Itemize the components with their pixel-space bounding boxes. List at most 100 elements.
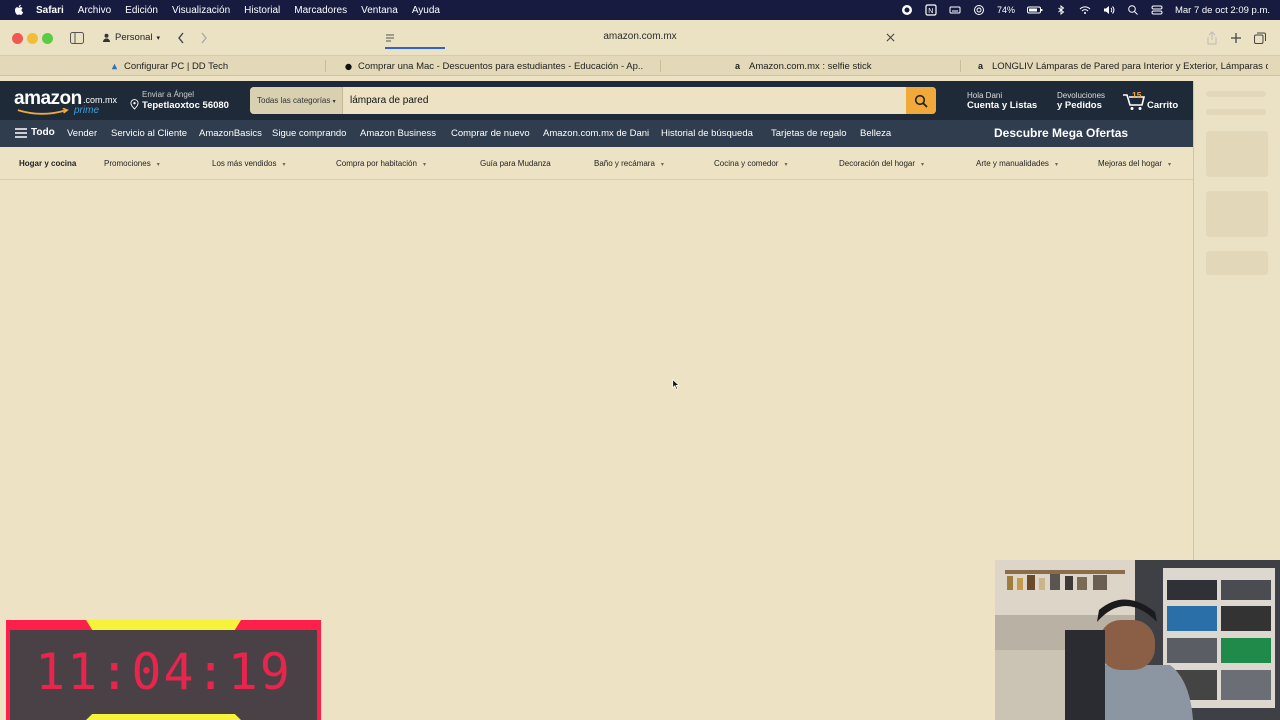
- placeholder-block: [1206, 251, 1268, 275]
- control-center-icon[interactable]: [1151, 4, 1163, 16]
- tab-label: Amazon.com.mx : selfie stick: [749, 60, 872, 72]
- url-text[interactable]: amazon.com.mx: [375, 31, 905, 42]
- forward-icon[interactable]: [200, 32, 208, 44]
- apple-icon[interactable]: [14, 4, 24, 16]
- menu-app-name[interactable]: Safari: [36, 5, 64, 16]
- search-category-label: Todas las categorías: [257, 96, 331, 105]
- page-load-progress: [385, 47, 445, 49]
- tab-amazon-selfie-stick[interactable]: a Amazon.com.mx : selfie stick: [735, 56, 935, 76]
- chevron-down-icon: ▾: [660, 162, 664, 168]
- nav-amazon-de-dani[interactable]: Amazon.com.mx de Dani: [543, 128, 649, 139]
- account-lists[interactable]: Hola Dani Cuenta y Listas: [967, 91, 1037, 111]
- nav-tarjetas-regalo[interactable]: Tarjetas de regalo: [771, 128, 847, 139]
- subnav-arte-manualidades[interactable]: Arte y manualidades ▾: [976, 159, 1058, 168]
- status-app-icon[interactable]: [901, 4, 913, 16]
- battery-icon[interactable]: [1026, 4, 1043, 16]
- logo-prime: prime: [74, 105, 100, 116]
- chevron-down-icon: ▾: [156, 34, 161, 42]
- nav-comprar-de-nuevo[interactable]: Comprar de nuevo: [451, 128, 530, 139]
- menu-historial[interactable]: Historial: [244, 5, 280, 16]
- chevron-down-icon: ▾: [332, 99, 336, 105]
- tab-bar: Configurar PC | DD Tech Comprar una Mac …: [0, 56, 1280, 76]
- sidebar-toggle-icon[interactable]: [70, 32, 84, 44]
- placeholder-block: [1206, 131, 1268, 177]
- location-pin-icon: [130, 99, 139, 110]
- amazon-nav-bar: Todo Vender Servicio al Cliente AmazonBa…: [0, 120, 1193, 147]
- nav-servicio-cliente[interactable]: Servicio al Cliente: [111, 128, 187, 139]
- spotlight-search-icon[interactable]: [1127, 4, 1139, 16]
- tab-longliv-lamparas[interactable]: a LONGLIV Lámparas de Pared para Interio…: [978, 56, 1268, 76]
- nav-all-label: Todo: [31, 127, 55, 138]
- wifi-icon[interactable]: [1079, 4, 1091, 16]
- menu-edicion[interactable]: Edición: [125, 5, 158, 16]
- close-window-button[interactable]: [12, 33, 23, 44]
- apple-favicon-icon: [345, 63, 352, 70]
- new-tab-icon[interactable]: [1230, 32, 1242, 44]
- nav-vender[interactable]: Vender: [67, 128, 97, 139]
- mouse-cursor-icon: [672, 378, 680, 390]
- search-input[interactable]: [344, 87, 906, 114]
- search-category-dropdown[interactable]: Todas las categorías ▾: [250, 87, 343, 114]
- keyboard-icon[interactable]: [949, 4, 961, 16]
- logo-smile-icon: [17, 108, 69, 115]
- tab-overview-icon[interactable]: [1254, 32, 1266, 44]
- airdrop-icon[interactable]: [973, 4, 985, 16]
- subnav-bano-recamara[interactable]: Baño y recámara ▾: [594, 159, 664, 168]
- chevron-down-icon: ▾: [921, 162, 925, 168]
- menu-ayuda[interactable]: Ayuda: [412, 5, 440, 16]
- chevron-down-icon: ▾: [1168, 162, 1172, 168]
- subnav-promociones[interactable]: Promociones ▾: [104, 159, 160, 168]
- nav-all-menu[interactable]: Todo: [15, 127, 55, 138]
- bluetooth-icon[interactable]: [1055, 4, 1067, 16]
- ddtech-favicon-icon: [111, 63, 118, 69]
- profile-button[interactable]: Personal ▾: [102, 32, 160, 43]
- nav-sigue-comprando[interactable]: Sigue comprando: [272, 128, 346, 139]
- timer-tab-bottom: [86, 714, 241, 720]
- search-button[interactable]: [906, 87, 936, 114]
- returns-orders[interactable]: Devoluciones y Pedidos: [1057, 91, 1105, 111]
- menu-marcadores[interactable]: Marcadores: [294, 5, 347, 16]
- share-icon[interactable]: [1206, 31, 1218, 45]
- zoom-window-button[interactable]: [42, 33, 53, 44]
- placeholder-block: [1206, 109, 1266, 115]
- nav-belleza[interactable]: Belleza: [860, 128, 891, 139]
- tab-apple-education[interactable]: Comprar una Mac - Descuentos para estudi…: [344, 56, 644, 76]
- menu-archivo[interactable]: Archivo: [78, 5, 111, 16]
- subnav-mejoras-hogar[interactable]: Mejoras del hogar ▾: [1098, 159, 1171, 168]
- nav-amazonbasics[interactable]: AmazonBasics: [199, 128, 262, 139]
- volume-icon[interactable]: [1103, 4, 1115, 16]
- menu-bar: Safari Archivo Edición Visualización His…: [0, 0, 1280, 20]
- subnav-cocina-comedor[interactable]: Cocina y comedor ▾: [714, 159, 788, 168]
- hamburger-menu-icon: [15, 127, 27, 138]
- nav-amazon-business[interactable]: Amazon Business: [360, 128, 436, 139]
- subnav-label: Los más vendidos: [212, 159, 277, 168]
- clock[interactable]: Mar 7 de oct 2:09 p.m.: [1175, 5, 1270, 16]
- amazon-logo[interactable]: amazon .com.mx prime: [14, 88, 118, 116]
- subnav-label: Mejoras del hogar: [1098, 159, 1163, 168]
- notion-icon[interactable]: N: [925, 4, 937, 16]
- subnav-hogar-cocina[interactable]: Hogar y cocina: [19, 159, 76, 168]
- search-bar: Todas las categorías ▾: [250, 87, 936, 114]
- svg-text:N: N: [928, 8, 933, 15]
- tab-label: LONGLIV Lámparas de Pared para Interior …: [992, 60, 1268, 72]
- menu-visualizacion[interactable]: Visualización: [172, 5, 230, 16]
- tab-ddtech[interactable]: Configurar PC | DD Tech: [110, 56, 310, 76]
- deliver-line2: Tepetlaoxtoc 56080: [142, 100, 229, 111]
- address-bar[interactable]: amazon.com.mx: [375, 27, 905, 49]
- subnav-decoracion-hogar[interactable]: Decoración del hogar ▾: [839, 159, 924, 168]
- battery-percent: 74%: [996, 5, 1015, 15]
- subnav-mas-vendidos[interactable]: Los más vendidos ▾: [212, 159, 286, 168]
- account-line2: Cuenta y Listas: [967, 100, 1038, 111]
- minimize-window-button[interactable]: [27, 33, 38, 44]
- subnav-compra-habitacion[interactable]: Compra por habitación ▾: [336, 159, 426, 168]
- cart-count: 15: [1132, 90, 1142, 100]
- subnav-guia-mudanza[interactable]: Guía para Mudanza: [480, 159, 551, 168]
- nav-historial-busqueda[interactable]: Historial de búsqueda: [661, 128, 753, 139]
- cart[interactable]: 15 Carrito: [1122, 88, 1182, 114]
- menu-ventana[interactable]: Ventana: [361, 5, 398, 16]
- logo-suffix: .com.mx: [83, 95, 118, 105]
- back-icon[interactable]: [177, 32, 185, 44]
- subnav-label: Decoración del hogar: [839, 159, 916, 168]
- close-tab-icon[interactable]: [886, 33, 895, 42]
- nav-mega-ofertas-promo[interactable]: Descubre Mega Ofertas: [994, 126, 1128, 140]
